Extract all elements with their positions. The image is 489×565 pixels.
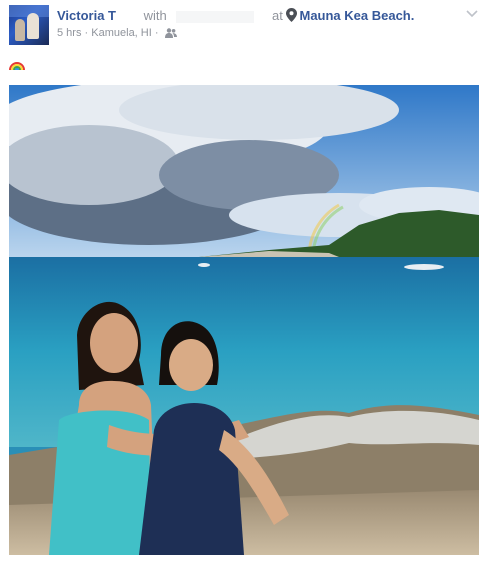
with-label: with xyxy=(143,8,167,23)
post-meta: 5 hrs · Kamuela, HI · xyxy=(57,27,177,41)
feed-post: Victoria T with at Mauna Kea Beach. 5 hr… xyxy=(0,0,489,565)
avatar-figure xyxy=(27,13,39,39)
location-link[interactable]: Mauna Kea Beach. xyxy=(299,8,414,23)
beach-photo[interactable] xyxy=(9,85,479,555)
avatar-figure xyxy=(15,19,25,41)
post-headline: Victoria T with at Mauna Kea Beach. xyxy=(57,8,414,25)
rainbow-emoji-icon xyxy=(9,56,25,72)
at-label: at xyxy=(272,8,283,23)
meta-separator: · xyxy=(84,27,89,39)
boat xyxy=(198,263,210,267)
author-avatar[interactable] xyxy=(9,5,49,45)
location-pin-icon xyxy=(286,8,298,25)
boat xyxy=(404,264,444,270)
chevron-down-icon[interactable] xyxy=(465,6,479,20)
author-name[interactable]: Victoria T xyxy=(57,8,116,23)
tagged-friends-redacted[interactable] xyxy=(176,10,255,23)
post-place[interactable]: Kamuela, HI xyxy=(91,27,152,39)
meta-separator: · xyxy=(154,27,159,39)
friends-icon[interactable] xyxy=(164,28,177,41)
post-timestamp[interactable]: 5 hrs xyxy=(57,27,81,39)
